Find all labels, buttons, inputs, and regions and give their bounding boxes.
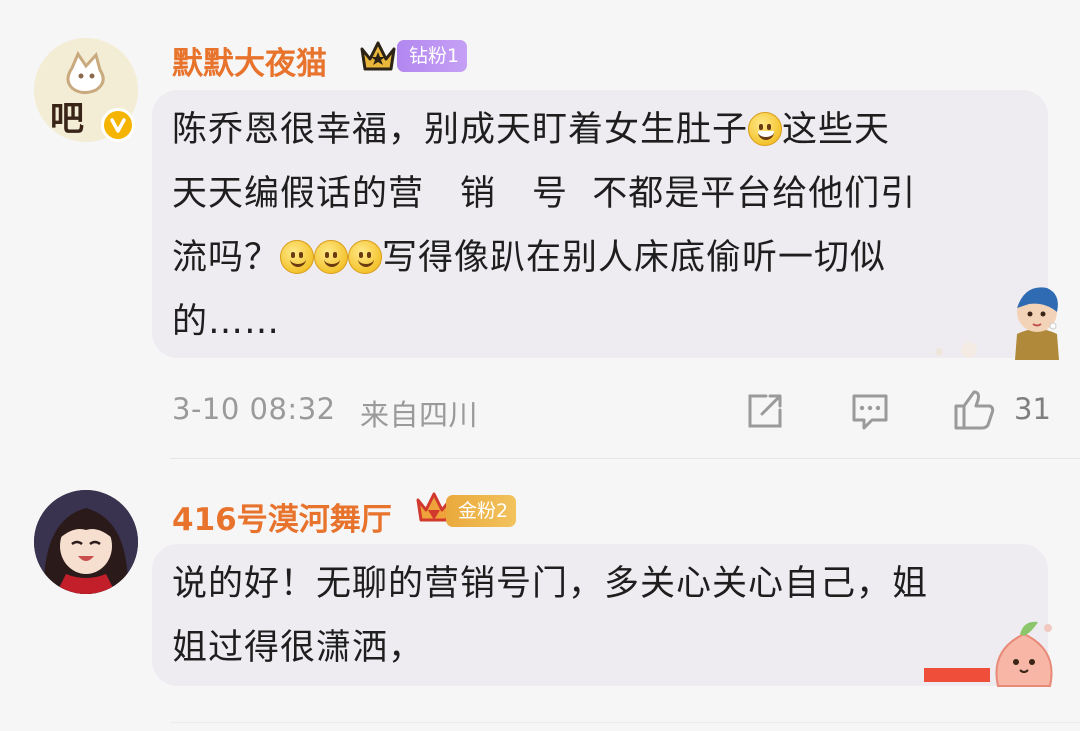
share-icon[interactable] [746,392,784,430]
comment-divider [170,722,1080,723]
comment-item-2: 416号漠河舞厅 金粉2 说的好！无聊的营销号门，多关心关心自己，姐 姐过得很潇… [0,460,1080,731]
fan-badge-diamond[interactable]: 钻粉1 [397,40,468,72]
comment-line-3: 流吗？ 写得像趴在别人床底偷听一切似 [172,238,887,278]
comment-bubble: 陈乔恩很幸福，别成天盯着女生肚子 这些天 天天编假话的营 销 号 不都是平台给他们… [152,90,1048,358]
like-count: 31 [1014,392,1051,426]
username[interactable]: 默默大夜猫 [172,38,327,83]
crown-icon [358,37,398,75]
comment-line-1: 说的好！无聊的营销号门，多关心关心自己，姐 [172,564,929,604]
svg-text:吧: 吧 [50,99,84,139]
comment-divider [170,458,1080,459]
username[interactable]: 416号漠河舞厅 [172,494,392,539]
smile-emoji-icon [280,240,315,274]
comment-item-1: 吧 默默大夜猫 钻粉1 陈乔恩很幸福，别成天盯着女生肚子 这些天 天天编假话的营 … [0,0,1080,460]
anime-girl-avatar-icon [34,490,138,594]
like-icon[interactable] [952,388,998,432]
comment-bubble: 说的好！无聊的营销号门，多关心关心自己，姐 姐过得很潇洒， [152,544,1048,686]
comment-line-2: 天天编假话的营 销 号 不都是平台给他们引 [172,174,917,214]
pearl-earring-girl-sticker-icon [925,282,1065,362]
smile-emoji-icon [314,240,349,274]
smile-emoji-icon [348,240,383,274]
comment-line-4: 的…… [172,302,281,342]
fan-badge-gold[interactable]: 金粉2 [446,495,517,527]
grin-emoji-icon [748,112,783,146]
comment-icon[interactable] [850,392,890,432]
avatar[interactable] [34,490,138,594]
comment-time: 3-10 08:32 [172,392,336,426]
comment-line-2: 姐过得很潇洒， [172,628,425,668]
comment-line-1: 陈乔恩很幸福，别成天盯着女生肚子 这些天 [172,110,891,150]
peach-character-sticker-icon [920,610,1060,692]
comment-location: 来自四川 [360,398,479,432]
verified-icon [101,108,135,142]
